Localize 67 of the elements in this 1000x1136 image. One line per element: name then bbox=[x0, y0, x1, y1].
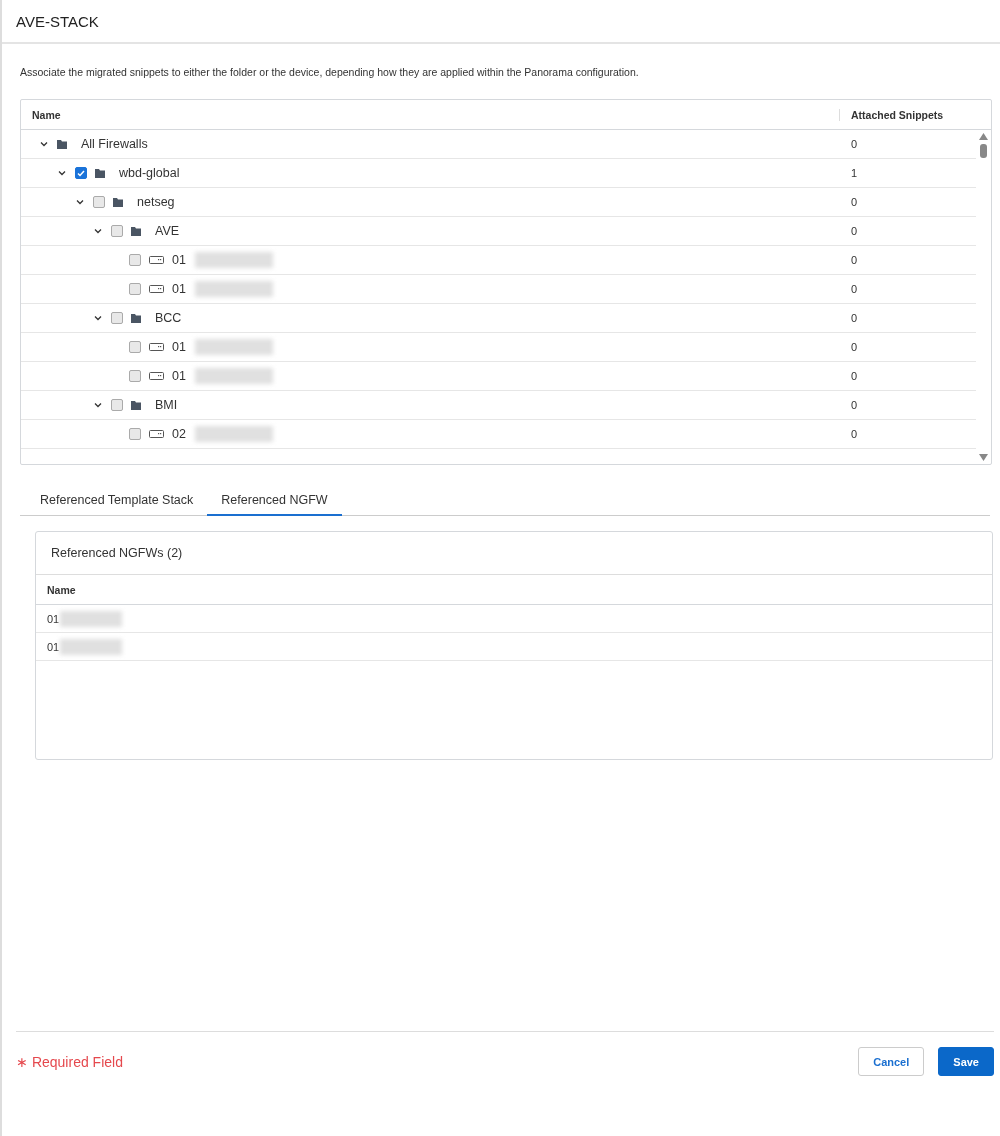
folder-icon bbox=[95, 168, 105, 178]
checkbox[interactable] bbox=[75, 167, 87, 179]
checkbox[interactable] bbox=[93, 196, 105, 208]
checkbox[interactable] bbox=[111, 225, 123, 237]
column-header: Name bbox=[31, 108, 62, 121]
scroll-up-icon[interactable] bbox=[979, 133, 988, 140]
chevron-icon[interactable] bbox=[57, 168, 67, 178]
chevron-icon[interactable] bbox=[39, 139, 49, 149]
folder-icon bbox=[57, 139, 67, 149]
node-label: All Firewalls bbox=[81, 137, 148, 151]
node-label: 01 bbox=[172, 369, 186, 383]
node-label: wbd-global bbox=[119, 166, 180, 180]
node-label: netseg bbox=[137, 195, 175, 209]
table-cell-text: 0 bbox=[850, 254, 859, 266]
table-cell-text: 1 bbox=[850, 167, 859, 179]
folder-icon bbox=[131, 313, 141, 323]
checkbox[interactable] bbox=[129, 370, 141, 382]
chevron-icon[interactable] bbox=[93, 226, 103, 236]
scroll-thumb[interactable] bbox=[980, 144, 987, 158]
device-icon bbox=[149, 372, 164, 380]
required-field-note: ∗ Required Field bbox=[16, 1053, 123, 1070]
redaction-blur bbox=[60, 638, 123, 655]
chevron-icon[interactable] bbox=[93, 400, 103, 410]
column-header: Name bbox=[47, 583, 77, 596]
table-cell-text: 0 bbox=[850, 138, 859, 150]
table-cell-text: 0 bbox=[850, 399, 859, 411]
table-cell-text: 0 bbox=[850, 283, 859, 295]
redaction-blur bbox=[60, 610, 123, 627]
checkbox[interactable] bbox=[111, 399, 123, 411]
table-cell-text: 0 bbox=[850, 370, 859, 382]
node-label: AVE bbox=[155, 224, 180, 238]
device-icon bbox=[149, 256, 164, 264]
checkbox[interactable] bbox=[129, 283, 141, 295]
cancel-button[interactable]: Cancel bbox=[858, 1047, 925, 1076]
checkbox[interactable] bbox=[111, 312, 123, 324]
checkbox[interactable] bbox=[129, 428, 141, 440]
folder-icon bbox=[131, 400, 141, 410]
dialog-title: AVE-STACK bbox=[16, 12, 99, 30]
node-label: 02 bbox=[172, 427, 186, 441]
checkbox[interactable] bbox=[129, 341, 141, 353]
table-cell: 01 bbox=[47, 612, 60, 625]
tab[interactable]: Referenced Template Stack bbox=[26, 489, 208, 516]
chevron-icon[interactable] bbox=[93, 313, 103, 323]
table-cell-text: 0 bbox=[850, 196, 859, 208]
folder-icon bbox=[131, 226, 141, 236]
scroll-down-icon[interactable] bbox=[979, 454, 988, 461]
table-cell-text: 0 bbox=[850, 225, 859, 237]
checkbox[interactable] bbox=[129, 254, 141, 266]
table-cell: 01 bbox=[47, 640, 60, 653]
column-header: Attached Snippets bbox=[839, 108, 976, 121]
card-title: Referenced NGFWs (2) bbox=[51, 546, 183, 560]
device-icon bbox=[149, 343, 164, 351]
folder-icon bbox=[113, 197, 123, 207]
table-cell-text: 0 bbox=[850, 428, 859, 440]
table-cell-text: 0 bbox=[850, 312, 859, 324]
node-label: 01 bbox=[172, 253, 186, 267]
device-icon bbox=[149, 285, 164, 293]
node-label: BMI bbox=[155, 398, 178, 412]
save-button[interactable]: Save bbox=[938, 1047, 994, 1076]
tab[interactable]: Referenced NGFW bbox=[207, 489, 342, 516]
node-label: 01 bbox=[172, 340, 186, 354]
node-label: 01 bbox=[172, 282, 186, 296]
description-text: Associate the migrated snippets to either the folder or the device, depending how they are applied within the Panorama configuration. bbox=[20, 66, 640, 78]
device-icon bbox=[149, 430, 164, 438]
table-cell-text: 0 bbox=[850, 341, 859, 353]
node-label: BCC bbox=[155, 311, 182, 325]
chevron-icon[interactable] bbox=[75, 197, 85, 207]
